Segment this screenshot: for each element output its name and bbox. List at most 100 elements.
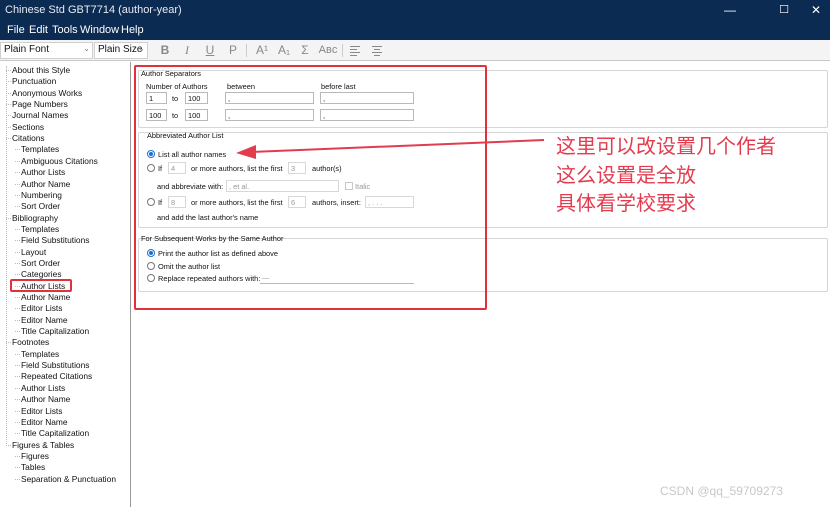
title-bar: Chinese Std GBT7714 (author-year) — ☐ ✕ [0, 0, 830, 21]
tree-connector [15, 353, 20, 355]
tree-connector [15, 319, 20, 321]
tree-item[interactable]: Author Lists [15, 383, 65, 394]
tree-item[interactable]: Author Name [15, 394, 70, 405]
tree-item-label: Bibliography [12, 212, 59, 223]
menu-window[interactable]: Window [80, 24, 119, 36]
tree-item[interactable]: Author Lists [15, 167, 65, 178]
tree-item-label: Repeated Citations [21, 371, 93, 382]
tree-item-label: Categories [21, 269, 62, 280]
toolbar-divider [246, 44, 247, 57]
tree-item[interactable]: Journal Names [6, 110, 68, 121]
menu-edit[interactable]: Edit [29, 24, 48, 36]
tree-item[interactable]: Templates [15, 144, 60, 155]
tree-item[interactable]: Editor Lists [15, 303, 63, 314]
tree-item-label: Footnotes [12, 337, 50, 348]
tree-item-label: Templates [21, 223, 60, 234]
small-caps-button[interactable]: Aʙᴄ [317, 42, 339, 59]
tree-item-label: Anonymous Works [12, 87, 83, 98]
tree-item[interactable]: Repeated Citations [15, 371, 93, 382]
underline-button[interactable]: U [202, 42, 218, 59]
tree-item-label: Ambiguous Citations [21, 155, 98, 166]
tree-item[interactable]: Citations [6, 133, 45, 144]
tree-item[interactable]: Punctuation [6, 76, 57, 87]
tree-item[interactable]: Sort Order [15, 201, 60, 212]
tree-item[interactable]: Bibliography [6, 212, 59, 224]
tree-connector [6, 92, 11, 94]
tree-item[interactable]: Anonymous Works [6, 87, 83, 99]
tree-connector [15, 194, 20, 196]
tree-item-label: Editor Name [21, 314, 68, 325]
tree-connector [15, 206, 20, 208]
window-title: Chinese Std GBT7714 (author-year) [5, 4, 182, 16]
menu-help[interactable]: Help [121, 24, 144, 36]
annotation-line-2: 这么设置是全放 [556, 163, 696, 187]
italic-button[interactable]: I [179, 42, 195, 59]
tree-connector [15, 297, 20, 298]
tree-item[interactable]: Figures & Tables [6, 439, 75, 451]
tree-item[interactable]: Editor Lists [15, 406, 62, 417]
tree-connector [15, 399, 20, 401]
tree-connector [6, 444, 11, 446]
tree-item[interactable]: About this Style [6, 65, 71, 76]
tree-connector [15, 251, 20, 253]
tree-item[interactable]: Sections [6, 121, 45, 133]
chevron-down-icon: ⌄ [83, 44, 90, 53]
tree-item-label: Punctuation [12, 76, 57, 87]
align-center-icon[interactable] [369, 42, 385, 59]
tree-item[interactable]: Field Substitutions [15, 235, 89, 246]
tree-item[interactable]: Editor Name [15, 417, 68, 428]
selected-item-highlight [10, 278, 72, 292]
plain-button[interactable]: P [225, 42, 241, 59]
tree-item[interactable]: Author Name [15, 292, 71, 303]
font-select[interactable]: Plain Font ⌄ [0, 42, 93, 59]
tree-item[interactable]: Sort Order [15, 258, 60, 269]
tree-connector [15, 421, 20, 423]
tree-item-label: Author Name [21, 178, 71, 189]
tree-item-label: Separation & Punctuation [21, 473, 116, 484]
tree-item-label: Title Capitalization [21, 326, 90, 337]
tree-item[interactable]: Footnotes [6, 337, 50, 348]
tree-item[interactable]: Author Name [15, 178, 71, 190]
tree-item-label: Layout [21, 246, 47, 257]
bold-button[interactable]: B [157, 42, 173, 59]
tree-item-label: Templates [21, 144, 60, 155]
tree-item[interactable]: Page Numbers [6, 99, 68, 110]
tree-item-label: Sections [12, 121, 45, 132]
tree-item[interactable]: Numbering [15, 190, 62, 201]
tree-item[interactable]: Tables [15, 462, 45, 473]
tree-item-label: Author Name [21, 292, 71, 302]
minimize-button[interactable]: — [710, 0, 750, 21]
format-toolbar: Plain Font ⌄ Plain Size ⌄ B I U P A¹ A₁ … [0, 40, 830, 61]
tree-item-label: Figures [21, 450, 49, 461]
size-select[interactable]: Plain Size ⌄ [94, 42, 148, 59]
menu-tools[interactable]: Tools [52, 24, 78, 36]
tree-item-label: Title Capitalization [21, 428, 90, 439]
superscript-button[interactable]: A¹ [253, 42, 271, 59]
tree-item[interactable]: Figures [15, 450, 49, 462]
tree-item[interactable]: Title Capitalization [15, 428, 90, 439]
tree-connector [15, 410, 20, 412]
tree-item[interactable]: Templates [15, 349, 59, 360]
menu-bar: File Edit Tools Window Help [0, 21, 830, 40]
tree-item-label: Editor Lists [21, 303, 63, 314]
tree-item[interactable]: Title Capitalization [15, 326, 90, 337]
close-button[interactable]: ✕ [796, 0, 830, 21]
tree-item[interactable]: Separation & Punctuation [15, 473, 116, 485]
menu-file[interactable]: File [7, 24, 25, 36]
tree-connector [15, 172, 20, 174]
tree-item[interactable]: Ambiguous Citations [15, 155, 98, 167]
tree-item-label: Field Substitutions [21, 360, 90, 371]
align-left-icon[interactable] [347, 42, 363, 59]
tree-item-label: Figures & Tables [12, 439, 75, 450]
tree-item[interactable]: Templates [15, 223, 60, 235]
symbol-button[interactable]: Σ [297, 42, 313, 59]
subscript-button[interactable]: A₁ [275, 42, 293, 59]
tree-item[interactable]: Field Substitutions [15, 360, 90, 371]
tree-item-label: About this Style [12, 65, 71, 75]
tree-item-label: Page Numbers [12, 99, 68, 110]
tree-item[interactable]: Layout [15, 246, 47, 258]
tree-connector [6, 342, 11, 344]
font-select-value: Plain Font [4, 44, 50, 55]
tree-item[interactable]: Editor Name [15, 314, 68, 326]
tree-connector [15, 228, 20, 230]
